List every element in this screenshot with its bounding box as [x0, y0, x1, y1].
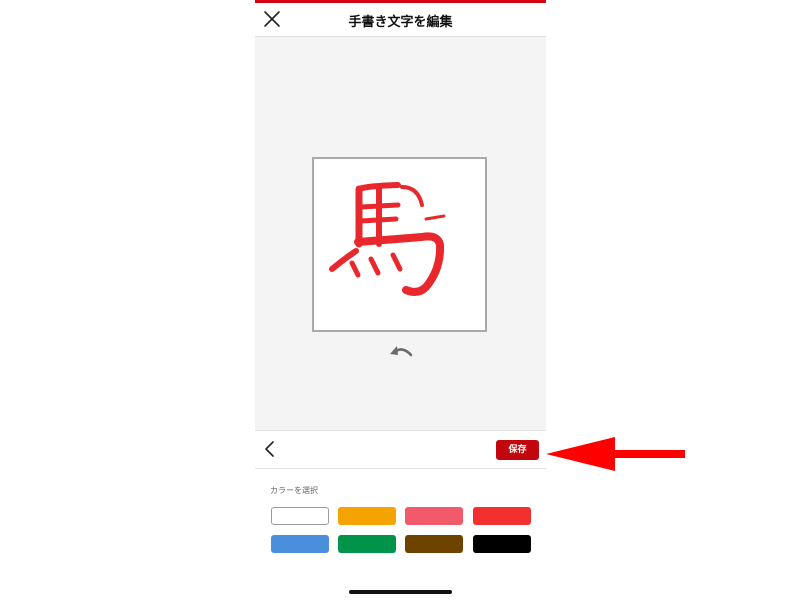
- color-swatch-pink[interactable]: [405, 507, 463, 525]
- back-button[interactable]: [262, 440, 278, 458]
- save-button[interactable]: 保存: [496, 440, 539, 460]
- handwriting-canvas[interactable]: [312, 157, 487, 332]
- color-swatch-orange[interactable]: [338, 507, 396, 525]
- color-swatch-black[interactable]: [473, 535, 531, 553]
- undo-button[interactable]: [388, 343, 414, 361]
- color-swatch-white[interactable]: [271, 507, 329, 525]
- header-bar: 手書き文字を編集: [255, 3, 546, 37]
- annotation-arrow-icon: [546, 437, 685, 471]
- chevron-left-icon: [265, 441, 274, 457]
- color-swatch-blue[interactable]: [271, 535, 329, 553]
- color-picker-label: カラーを選択: [270, 486, 318, 495]
- home-indicator[interactable]: [349, 590, 452, 594]
- drawing-area: [255, 37, 546, 430]
- handwritten-character: [329, 182, 446, 296]
- undo-icon: [390, 346, 413, 357]
- phone-screen: 手書き文字を編集 保存 カラーを選択: [255, 0, 546, 600]
- page-title: 手書き文字を編集: [348, 15, 453, 30]
- color-swatch-brown[interactable]: [405, 535, 463, 553]
- action-bar: 保存: [255, 430, 546, 469]
- color-swatch-red[interactable]: [473, 507, 531, 525]
- color-swatch-green[interactable]: [338, 535, 396, 553]
